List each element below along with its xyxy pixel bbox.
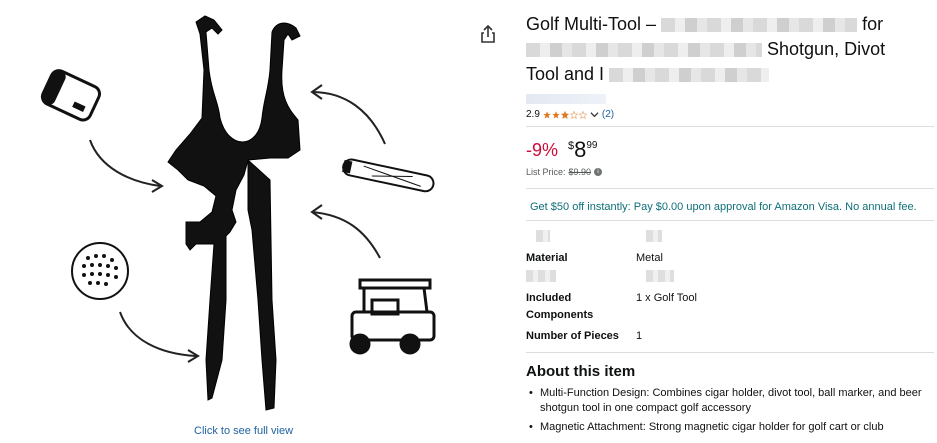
star-icon	[543, 110, 551, 119]
product-details: Golf Multi-Tool – for Shotgun, Divot Too…	[526, 0, 934, 438]
golf-cart-icon	[349, 278, 436, 355]
spec-value: Metal	[636, 252, 663, 264]
divider	[526, 126, 934, 127]
about-heading: About this item	[526, 363, 636, 380]
title-start: Golf Multi-Tool –	[526, 14, 657, 34]
price-fraction: 99	[586, 140, 598, 151]
redacted-text	[536, 230, 550, 242]
feature-bullets: Multi-Function Design: Combines cigar ho…	[526, 386, 926, 439]
rating-row[interactable]: 2.9 (2)	[526, 109, 614, 120]
spec-value: 1	[636, 330, 643, 342]
full-view-link[interactable]: Click to see full view	[194, 425, 293, 437]
list-price: List Price: $9.90 i	[526, 167, 603, 177]
share-icon[interactable]	[478, 24, 498, 44]
list-price-value: $9.90	[568, 167, 592, 177]
list-item: Multi-Function Design: Combines cigar ho…	[526, 386, 926, 416]
info-icon[interactable]: i	[594, 168, 603, 176]
divider	[526, 352, 934, 353]
cigar-icon	[342, 158, 435, 193]
title-for: for	[862, 14, 884, 34]
price: $899	[568, 137, 598, 163]
credit-card-promo[interactable]: Get $50 off instantly: Pay $0.00 upon ap…	[530, 201, 917, 213]
golf-ball-icon	[71, 242, 129, 300]
product-image[interactable]	[0, 0, 500, 438]
star-icon	[560, 110, 569, 119]
redacted-text	[646, 270, 674, 282]
spec-label: Components	[526, 309, 594, 321]
redacted-text	[661, 18, 858, 33]
spec-label: Included	[526, 292, 572, 304]
divider	[526, 220, 934, 221]
title-line2: Shotgun, Divot	[767, 39, 886, 59]
rating-stars[interactable]	[543, 110, 587, 119]
list-item: Magnetic Attachment: Strong magnetic cig…	[526, 420, 926, 435]
divider	[526, 188, 934, 189]
list-price-label: List Price:	[526, 167, 566, 177]
rating-count-link[interactable]: (2)	[602, 109, 614, 120]
discount-percent: -9%	[526, 140, 559, 160]
product-title: Golf Multi-Tool – for Shotgun, Divot Too…	[526, 12, 931, 87]
title-line3: Tool and I	[526, 64, 605, 84]
star-icon	[552, 110, 560, 119]
star-icon	[578, 110, 587, 119]
store-link[interactable]	[526, 94, 606, 104]
redacted-text	[526, 43, 762, 58]
spec-value: 1 x Golf Tool	[636, 292, 697, 304]
price-whole: 8	[574, 137, 587, 162]
product-image-panel[interactable]: Click to see full view	[0, 0, 500, 438]
redacted-text	[609, 68, 770, 83]
rating-value: 2.9	[526, 109, 540, 120]
star-icon	[569, 110, 578, 119]
redacted-text	[646, 230, 662, 242]
spec-label: Number of Pieces	[526, 330, 619, 342]
redacted-text	[526, 270, 556, 282]
price-symbol: $	[568, 140, 575, 152]
chevron-down-icon[interactable]	[590, 110, 599, 119]
spec-label: Material	[526, 252, 568, 264]
can-icon	[40, 69, 101, 122]
